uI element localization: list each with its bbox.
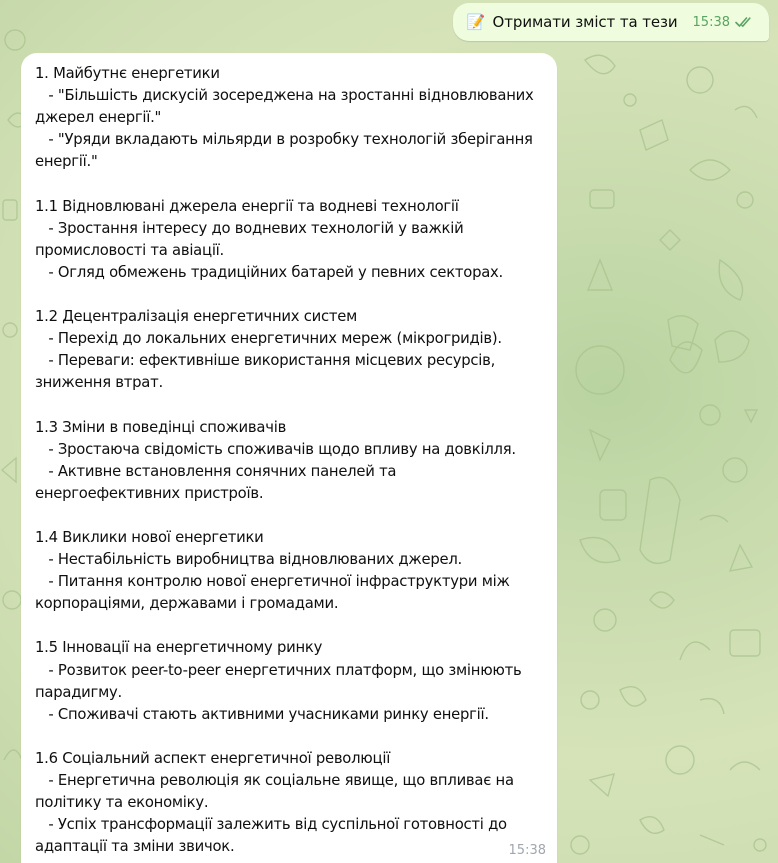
double-check-icon — [735, 16, 755, 28]
message-line: 1. Майбутнє енергетики — [35, 65, 220, 82]
message-line: - "Уряди вкладають мільярди в розробку т… — [35, 131, 533, 149]
message-line: - Споживачі стають активними учасниками … — [35, 705, 489, 723]
message-line: зниження втрат. — [35, 374, 163, 392]
memo-emoji-icon: 📝 — [466, 12, 486, 31]
incoming-message-text: 1. Майбутнє енергетики - "Більшість диск… — [35, 63, 545, 858]
message-line: - "Більшість дискусій зосереджена на зро… — [35, 87, 534, 105]
message-line: - Зростання інтересу до водневих техноло… — [35, 219, 464, 237]
message-line: промисловості та авіації. — [35, 241, 224, 259]
message-line — [35, 726, 545, 748]
message-line: - Нестабільність виробництва відновлюван… — [35, 551, 463, 569]
message-line: - Енергетична революція як соціальне яви… — [35, 772, 514, 789]
message-line — [35, 394, 545, 416]
message-line — [35, 615, 545, 637]
message-line: - Питання контролю нової енергетичної ін… — [35, 573, 510, 591]
message-line: парадигму. — [35, 683, 122, 701]
message-line: - Активне встановлення сонячних панелей … — [35, 462, 397, 480]
message-line: - Розвиток peer-to-peer енергетичних пла… — [35, 661, 522, 679]
incoming-message-time: 15:38 — [508, 843, 546, 858]
message-line: - Перехід до локальних енергетичних мере… — [35, 330, 502, 348]
message-line: - Огляд обмежень традиційних батарей у п… — [35, 263, 503, 281]
outgoing-message-time: 15:38 — [692, 14, 730, 30]
message-line: - Переваги: ефективніше використання міс… — [35, 352, 496, 370]
message-line: корпораціями, державами і громадами. — [35, 595, 339, 613]
outgoing-message-text: Отримати зміст та тези — [492, 13, 678, 31]
outgoing-message-bubble[interactable]: 📝 Отримати зміст та тези 15:38 — [452, 3, 769, 41]
message-line: 1.1 Відновлювані джерела енергії та водн… — [35, 197, 459, 215]
message-line: енергії." — [35, 153, 98, 171]
message-line — [35, 284, 545, 306]
message-line: 1.6 Соціальний аспект енергетичної револ… — [35, 749, 391, 767]
message-line: політику та економіку. — [35, 794, 209, 812]
message-line — [35, 173, 545, 195]
message-line: 1.2 Децентралізація енергетичних систем — [35, 308, 358, 326]
message-line: - Зростаюча свідомість споживачів щодо в… — [35, 440, 516, 458]
message-line: 1.4 Виклики нової енергетики — [35, 528, 264, 546]
message-line: - Успіх трансформації залежить від суспі… — [35, 816, 507, 834]
message-line: 1.3 Зміни в поведінці споживачів — [35, 418, 287, 436]
message-line: 1.5 Інновації на енергетичному ринку — [35, 639, 323, 657]
message-line: енергоефективних пристроїв. — [35, 484, 264, 502]
message-line: адаптації та зміни звичок. — [35, 838, 235, 856]
incoming-message-bubble[interactable]: 1. Майбутнє енергетики - "Більшість диск… — [21, 53, 557, 863]
message-line: джерел енергії." — [35, 109, 162, 127]
message-line — [35, 505, 545, 527]
